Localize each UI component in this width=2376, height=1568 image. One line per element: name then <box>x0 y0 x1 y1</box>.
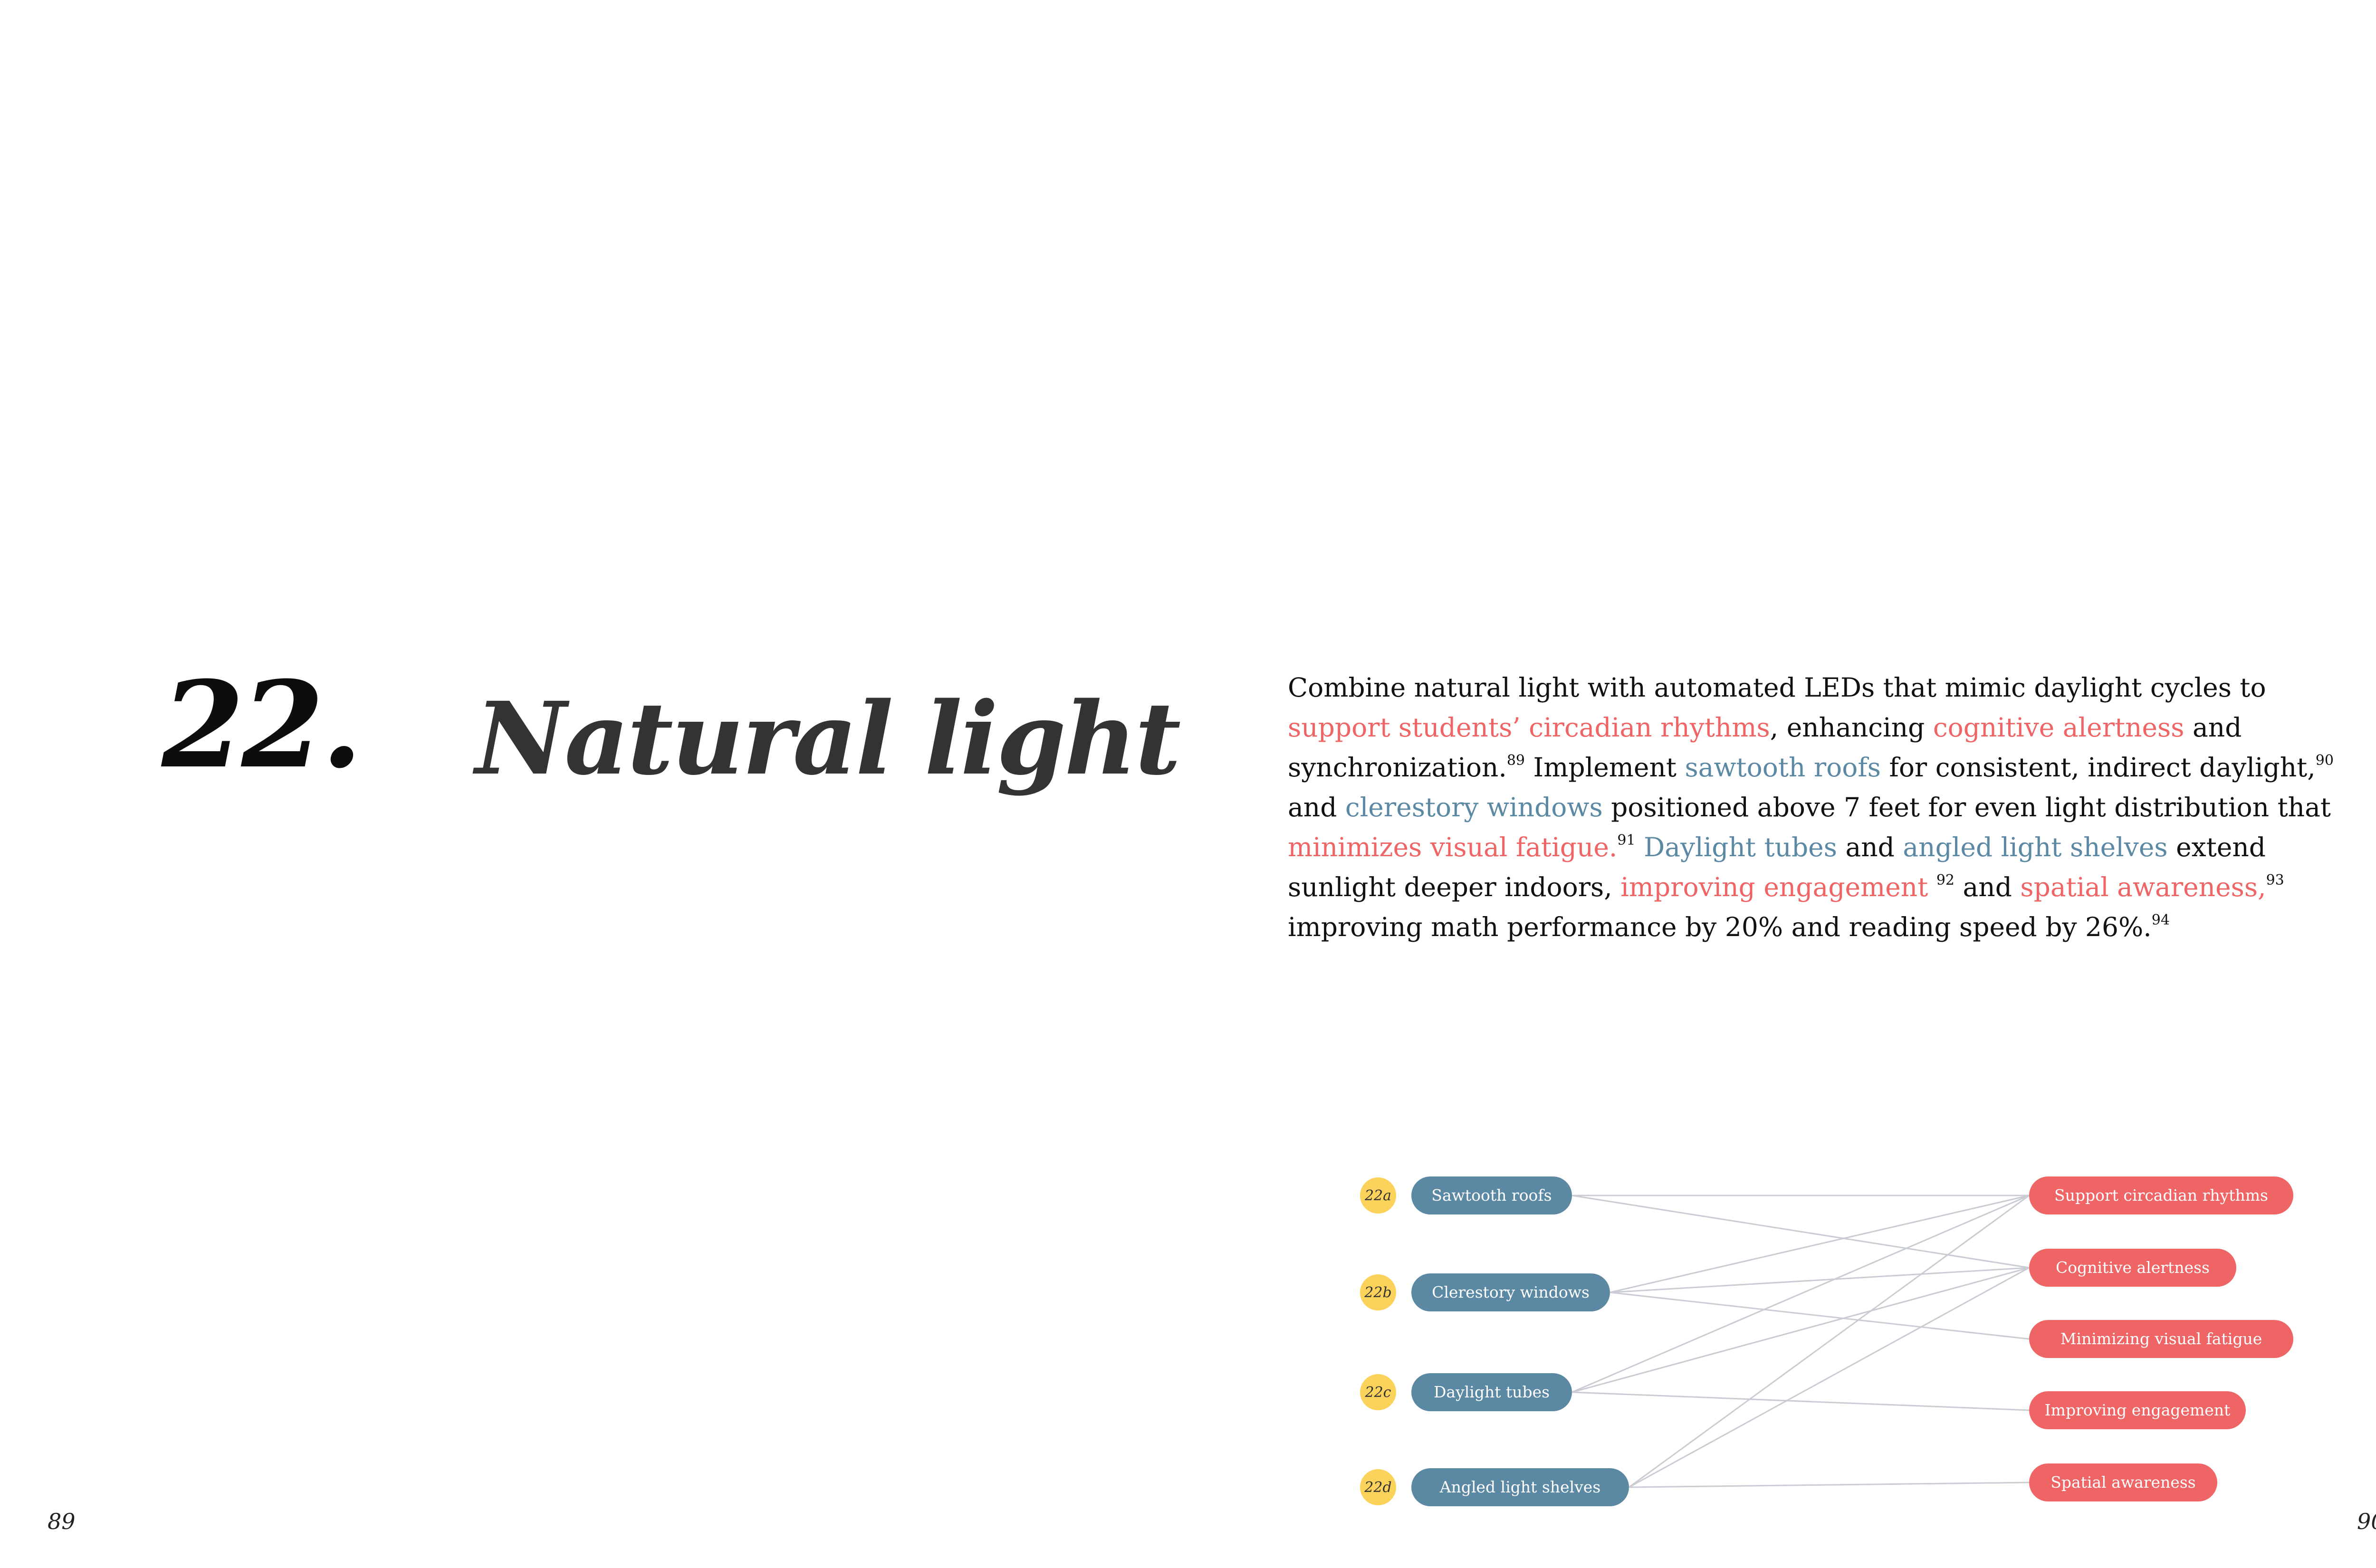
outcome-pill: Support circadian rhythms <box>2029 1176 2293 1214</box>
strategy-pill-label: Angled light shelves <box>1439 1478 1601 1496</box>
outcome-nodes: Support circadian rhythms Cognitive alert… <box>2029 1176 2293 1501</box>
strategy-badge-label: 22a <box>1364 1187 1391 1204</box>
connector-line <box>1610 1291 2030 1340</box>
outcome-highlight: improving engagement <box>1620 872 1928 902</box>
outcome-pill-label: Spatial awareness <box>2050 1473 2196 1492</box>
footnote-ref: 90 <box>2315 752 2334 769</box>
connector-line <box>1571 1391 2030 1411</box>
outcome-pill-label: Cognitive alertness <box>2056 1258 2210 1277</box>
strategy-pill: Clerestory windows <box>1411 1273 1610 1311</box>
body-paragraph: Combine natural light with automated LED… <box>1288 672 2334 942</box>
strategy-pill: Daylight tubes <box>1411 1373 1572 1411</box>
footnote-ref: 89 <box>1506 752 1525 769</box>
strategy-pill-label: Clerestory windows <box>1432 1283 1590 1301</box>
strategy-pill-label: Daylight tubes <box>1434 1383 1550 1401</box>
strategy-highlight: clerestory windows <box>1345 792 1603 822</box>
strategy-highlight: sawtooth roofs <box>1685 752 1881 783</box>
outcome-pill-label: Minimizing visual fatigue <box>2060 1329 2262 1348</box>
connector-lines <box>1571 1195 2030 1488</box>
section-title: Natural light <box>475 680 1181 797</box>
page-number-left: 89 <box>48 1509 76 1534</box>
strategy-badge: 22c <box>1360 1374 1396 1410</box>
connector-line <box>1629 1482 2030 1488</box>
strategy-badge: 22b <box>1360 1274 1396 1310</box>
strategy-highlight: Daylight tubes <box>1644 832 1837 862</box>
outcome-highlight: minimizes visual fatigue. <box>1288 832 1618 862</box>
outcome-pill: Improving engagement <box>2029 1391 2246 1429</box>
footnote-ref: 94 <box>2151 912 2170 928</box>
outcome-highlight: support students’ circadian rhythms <box>1288 712 1770 743</box>
strategy-badge-label: 22b <box>1364 1284 1391 1301</box>
strategy-pill: Sawtooth roofs <box>1411 1176 1572 1214</box>
strategy-outcome-diagram: 22a Sawtooth roofs 22b Clerestory windows 22… <box>1360 1176 2293 1506</box>
footnote-ref: 91 <box>1617 832 1636 849</box>
footnote-ref: 92 <box>1936 872 1954 889</box>
section-number: 22. <box>162 655 363 794</box>
strategy-badge-label: 22c <box>1365 1384 1391 1401</box>
strategy-pill-label: Sawtooth roofs <box>1431 1186 1552 1205</box>
outcome-pill: Minimizing visual fatigue <box>2029 1320 2293 1358</box>
connector-line <box>1571 1267 2030 1393</box>
outcome-highlight: cognitive alertness <box>1933 712 2184 743</box>
strategy-highlight: angled light shelves <box>1903 832 2168 862</box>
footnote-ref: 93 <box>2266 872 2284 889</box>
outcome-pill-label: Support circadian rhythms <box>2054 1186 2268 1205</box>
outcome-pill: Spatial awareness <box>2029 1463 2217 1501</box>
outcome-pill: Cognitive alertness <box>2029 1249 2236 1287</box>
strategy-badge: 22d <box>1360 1469 1396 1505</box>
strategy-badge: 22a <box>1360 1177 1396 1214</box>
outcome-highlight: spatial awareness, <box>2020 872 2266 902</box>
connector-line <box>1571 1195 2030 1269</box>
connector-line <box>1610 1267 2030 1293</box>
connector-line <box>1610 1195 2030 1293</box>
page-number-right: 90 <box>2357 1509 2376 1534</box>
outcome-pill-label: Improving engagement <box>2045 1401 2231 1419</box>
strategy-badge-label: 22d <box>1364 1479 1391 1496</box>
strategy-pill: Angled light shelves <box>1411 1468 1629 1506</box>
strategy-nodes: 22a Sawtooth roofs 22b Clerestory windows 22… <box>1360 1176 1629 1506</box>
